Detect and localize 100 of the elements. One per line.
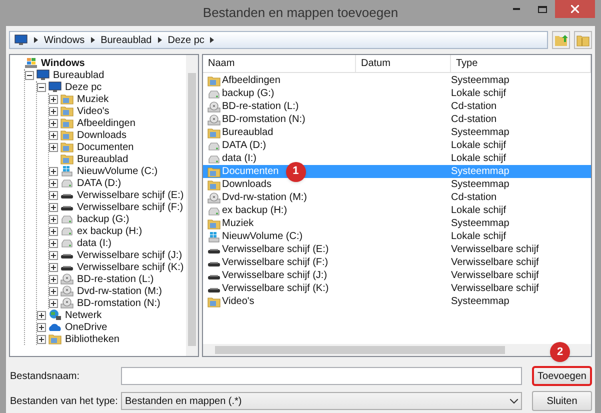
tree-item[interactable]: Downloads	[76, 128, 128, 142]
tree-item[interactable]: Bureaublad	[52, 68, 106, 82]
collapse-icon[interactable]	[25, 70, 34, 80]
expand-icon[interactable]	[49, 238, 58, 248]
tree-item[interactable]: Dvd-rw-station (M:)	[76, 284, 164, 298]
vertical-scrollbar[interactable]	[186, 55, 198, 356]
breadcrumb-item[interactable]: Bureaublad	[100, 32, 152, 48]
tree-item[interactable]: data (I:)	[76, 236, 112, 250]
tree-item[interactable]: BD-romstation (N:)	[76, 296, 162, 310]
column-header[interactable]: Datum	[356, 55, 451, 72]
monitor-icon	[48, 81, 62, 93]
file-row[interactable]: NieuwVolume (C:) Lokale schijf	[203, 230, 591, 243]
file-name: backup (G:)	[222, 87, 274, 101]
file-row[interactable]: Video's Systeemmap	[203, 295, 591, 308]
tree-item[interactable]: Bibliotheken	[64, 332, 120, 346]
file-type-dropdown[interactable]: Bestanden en mappen (.*)	[121, 392, 522, 410]
tree-item[interactable]: ex backup (H:)	[76, 224, 144, 238]
expand-icon[interactable]	[37, 310, 46, 320]
tree-item[interactable]: OneDrive	[64, 320, 108, 334]
breadcrumb-item[interactable]: Windows	[44, 32, 85, 48]
expand-icon[interactable]	[49, 286, 58, 296]
file-row[interactable]: Verwisselbare schijf (E:) Verwisselbare schijf	[203, 243, 591, 256]
file-row[interactable]: Afbeeldingen Systeemmap	[203, 74, 591, 87]
file-name: Video's	[222, 295, 254, 309]
file-type: Lokale schijf	[451, 204, 506, 218]
file-row[interactable]: Dvd-rw-station (M:) Cd-station	[203, 191, 591, 204]
tree-item[interactable]: Netwerk	[64, 308, 103, 322]
expand-icon[interactable]	[49, 130, 58, 140]
filename-field[interactable]	[121, 367, 522, 385]
file-row[interactable]: BD-romstation (N:) Cd-station	[203, 113, 591, 126]
tree-item[interactable]: DATA (D:)	[76, 176, 122, 190]
new-folder-icon[interactable]	[574, 31, 592, 49]
tree-item[interactable]: Verwisselbare schijf (E:)	[76, 188, 185, 202]
expand-icon[interactable]	[49, 202, 58, 212]
file-name: BD-re-station (L:)	[222, 100, 299, 114]
expand-icon[interactable]	[37, 334, 46, 344]
expand-icon[interactable]	[37, 322, 46, 332]
column-header[interactable]: Naam	[203, 55, 356, 72]
expand-icon[interactable]	[49, 178, 58, 188]
tree-item[interactable]: Verwisselbare schijf (F:)	[76, 200, 184, 214]
caret-icon	[158, 37, 162, 43]
add-button[interactable]: Toevoegen	[532, 366, 592, 386]
expand-icon[interactable]	[49, 190, 58, 200]
drive-icon	[60, 165, 74, 177]
drive-icon	[60, 237, 74, 249]
file-name: Dvd-rw-station (M:)	[222, 191, 308, 205]
expand-icon[interactable]	[49, 250, 58, 260]
close-button[interactable]: Sluiten	[532, 391, 592, 411]
annotation-marker: 1	[286, 162, 306, 182]
file-row[interactable]: backup (G:) Lokale schijf	[203, 87, 591, 100]
folder-up-icon[interactable]	[552, 31, 570, 49]
column-header[interactable]: Type	[451, 55, 591, 72]
file-row[interactable]: Bureaublad Systeemmap	[203, 126, 591, 139]
expand-icon[interactable]	[49, 274, 58, 284]
close-icon[interactable]	[555, 0, 595, 18]
folder-icon	[207, 296, 221, 308]
expand-icon[interactable]	[49, 142, 58, 152]
file-type: Systeemmap	[451, 165, 510, 179]
tree-item[interactable]: Video's	[76, 104, 110, 118]
file-row[interactable]: Muziek Systeemmap	[203, 217, 591, 230]
file-type: Lokale schijf	[451, 152, 506, 166]
optical-drive-icon	[60, 285, 74, 297]
address-bar[interactable]: Windows Bureaublad Deze pc	[9, 31, 548, 49]
tree-item[interactable]: BD-re-station (L:)	[76, 272, 155, 286]
expand-icon[interactable]	[49, 118, 58, 128]
tree-item[interactable]: Deze pc	[64, 80, 103, 94]
expand-icon[interactable]	[49, 106, 58, 116]
tree-item[interactable]: NieuwVolume (C:)	[76, 164, 159, 178]
file-type: Verwisselbare schijf	[451, 269, 539, 283]
horizontal-scrollbar[interactable]	[203, 344, 591, 356]
caret-icon	[90, 37, 95, 43]
expand-icon[interactable]	[49, 262, 58, 272]
file-row[interactable]: ex backup (H:) Lokale schijf	[203, 204, 591, 217]
file-type: Cd-station	[451, 191, 497, 205]
file-row[interactable]: Verwisselbare schijf (J:) Verwisselbare schijf	[203, 269, 591, 282]
file-type: Systeemmap	[451, 178, 510, 192]
file-row[interactable]: Verwisselbare schijf (F:) Verwisselbare schijf	[203, 256, 591, 269]
file-row[interactable]: DATA (D:) Lokale schijf	[203, 139, 591, 152]
expand-icon[interactable]	[49, 298, 58, 308]
expand-icon[interactable]	[49, 94, 58, 104]
file-name: NieuwVolume (C:)	[222, 230, 303, 244]
expand-icon[interactable]	[49, 166, 58, 176]
tree-item[interactable]: Bureaublad	[76, 152, 130, 166]
tree-item[interactable]: Verwisselbare schijf (K:)	[76, 260, 185, 274]
collapse-icon[interactable]	[37, 82, 46, 92]
tree-item[interactable]: backup (G:)	[76, 212, 130, 226]
computer-icon	[24, 57, 38, 69]
file-name: Verwisselbare schijf (E:)	[222, 243, 329, 257]
expand-icon[interactable]	[49, 214, 58, 224]
breadcrumb-item[interactable]: Deze pc	[168, 32, 204, 48]
tree-item[interactable]: Windows	[40, 56, 86, 70]
expand-icon[interactable]	[49, 226, 58, 236]
file-name: Documenten	[222, 165, 279, 179]
folder-icon	[207, 126, 221, 138]
tree-item[interactable]: Documenten	[76, 140, 135, 154]
tree-item[interactable]: Afbeeldingen	[76, 116, 136, 130]
tree-item[interactable]: Muziek	[76, 92, 110, 106]
file-row[interactable]: Verwisselbare schijf (K:) Verwisselbare schijf	[203, 282, 591, 295]
tree-item[interactable]: Verwisselbare schijf (J:)	[76, 248, 184, 262]
file-row[interactable]: BD-re-station (L:) Cd-station	[203, 100, 591, 113]
